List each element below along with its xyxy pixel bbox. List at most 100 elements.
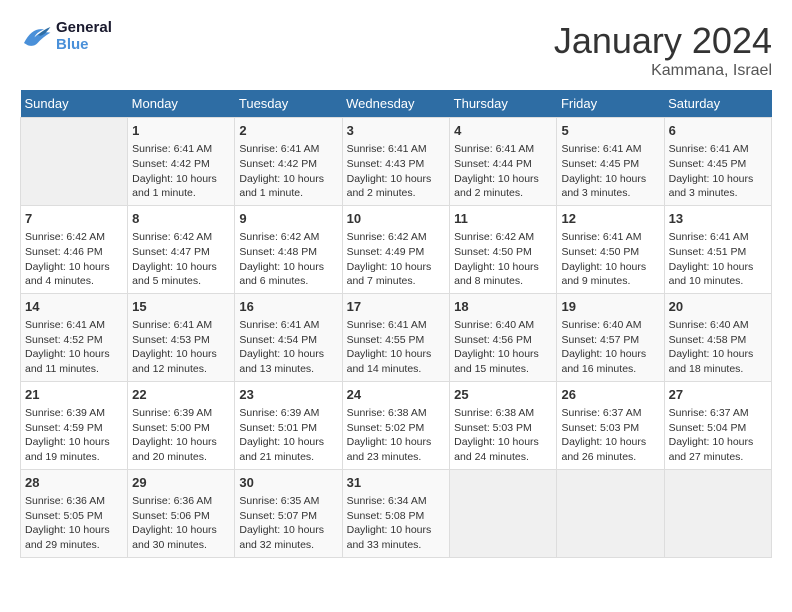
day-number: 30 (239, 474, 337, 492)
calendar-cell: 22Sunrise: 6:39 AMSunset: 5:00 PMDayligh… (128, 381, 235, 469)
daylight-text: Daylight: 10 hours and 5 minutes. (132, 260, 230, 289)
sunset-text: Sunset: 4:58 PM (669, 333, 767, 348)
sunrise-text: Sunrise: 6:41 AM (239, 142, 337, 157)
day-number: 17 (347, 298, 446, 316)
day-number: 15 (132, 298, 230, 316)
day-number: 26 (561, 386, 659, 404)
sunrise-text: Sunrise: 6:41 AM (561, 230, 659, 245)
daylight-text: Daylight: 10 hours and 24 minutes. (454, 435, 552, 464)
calendar-cell: 2Sunrise: 6:41 AMSunset: 4:42 PMDaylight… (235, 118, 342, 206)
header-day-wednesday: Wednesday (342, 90, 450, 118)
daylight-text: Daylight: 10 hours and 23 minutes. (347, 435, 446, 464)
daylight-text: Daylight: 10 hours and 14 minutes. (347, 347, 446, 376)
calendar-cell: 20 Sunrise: 6:40 AMSunset: 4:58 PMDayligh… (664, 293, 771, 381)
calendar-cell: 4Sunrise: 6:41 AMSunset: 4:44 PMDaylight… (450, 118, 557, 206)
sunrise-text: Sunrise: 6:38 AM (454, 406, 552, 421)
calendar-cell: 25 Sunrise: 6:38 AMSunset: 5:03 PMDayligh… (450, 381, 557, 469)
daylight-text: Daylight: 10 hours and 18 minutes. (669, 347, 767, 376)
sunset-text: Sunset: 4:50 PM (454, 245, 552, 260)
daylight-text: Daylight: 10 hours and 26 minutes. (561, 435, 659, 464)
daylight-text: Daylight: 10 hours and 8 minutes. (454, 260, 552, 289)
sunset-text: Sunset: 4:47 PM (132, 245, 230, 260)
day-number: 11 (454, 210, 552, 228)
daylight-text: Daylight: 10 hours and 21 minutes. (239, 435, 337, 464)
calendar-cell (21, 118, 128, 206)
calendar-cell: 23Sunrise: 6:39 AMSunset: 5:01 PMDayligh… (235, 381, 342, 469)
sunset-text: Sunset: 5:02 PM (347, 421, 446, 436)
calendar-cell: 28Sunrise: 6:36 AMSunset: 5:05 PMDayligh… (21, 469, 128, 557)
calendar-cell: 13Sunrise: 6:41 AMSunset: 4:51 PMDayligh… (664, 205, 771, 293)
daylight-text: Daylight: 10 hours and 7 minutes. (347, 260, 446, 289)
day-number: 23 (239, 386, 337, 404)
sunrise-text: Sunrise: 6:35 AM (239, 494, 337, 509)
sunrise-text: Sunrise: 6:41 AM (669, 142, 767, 157)
sunset-text: Sunset: 5:03 PM (454, 421, 552, 436)
calendar-cell: 17Sunrise: 6:41 AMSunset: 4:55 PMDayligh… (342, 293, 450, 381)
calendar-cell (557, 469, 664, 557)
calendar-cell: 5Sunrise: 6:41 AMSunset: 4:45 PMDaylight… (557, 118, 664, 206)
sunrise-text: Sunrise: 6:41 AM (669, 230, 767, 245)
daylight-text: Daylight: 10 hours and 2 minutes. (347, 172, 446, 201)
sunrise-text: Sunrise: 6:41 AM (454, 142, 552, 157)
sunrise-text: Sunrise: 6:36 AM (132, 494, 230, 509)
daylight-text: Daylight: 10 hours and 19 minutes. (25, 435, 123, 464)
day-number: 4 (454, 122, 552, 140)
sunrise-text: Sunrise: 6:41 AM (347, 142, 446, 157)
day-number: 21 (25, 386, 123, 404)
daylight-text: Daylight: 10 hours and 16 minutes. (561, 347, 659, 376)
daylight-text: Daylight: 10 hours and 1 minute. (132, 172, 230, 201)
day-number: 22 (132, 386, 230, 404)
calendar-cell: 11 Sunrise: 6:42 AMSunset: 4:50 PMDayligh… (450, 205, 557, 293)
sunset-text: Sunset: 4:57 PM (561, 333, 659, 348)
day-number: 20 (669, 298, 767, 316)
calendar-cell: 8Sunrise: 6:42 AMSunset: 4:47 PMDaylight… (128, 205, 235, 293)
daylight-text: Daylight: 10 hours and 29 minutes. (25, 523, 123, 552)
calendar-cell: 3Sunrise: 6:41 AMSunset: 4:43 PMDaylight… (342, 118, 450, 206)
sunrise-text: Sunrise: 6:42 AM (132, 230, 230, 245)
sunrise-text: Sunrise: 6:42 AM (454, 230, 552, 245)
day-number: 25 (454, 386, 552, 404)
calendar-cell: 19Sunrise: 6:40 AMSunset: 4:57 PMDayligh… (557, 293, 664, 381)
day-number: 28 (25, 474, 123, 492)
header-row: SundayMondayTuesdayWednesdayThursdayFrid… (21, 90, 772, 118)
sunset-text: Sunset: 5:06 PM (132, 509, 230, 524)
sunset-text: Sunset: 5:03 PM (561, 421, 659, 436)
sunset-text: Sunset: 4:42 PM (132, 157, 230, 172)
sunset-text: Sunset: 5:04 PM (669, 421, 767, 436)
daylight-text: Daylight: 10 hours and 1 minute. (239, 172, 337, 201)
day-number: 10 (347, 210, 446, 228)
calendar-cell: 16Sunrise: 6:41 AMSunset: 4:54 PMDayligh… (235, 293, 342, 381)
sunset-text: Sunset: 4:53 PM (132, 333, 230, 348)
calendar-table: SundayMondayTuesdayWednesdayThursdayFrid… (20, 90, 772, 558)
daylight-text: Daylight: 10 hours and 3 minutes. (561, 172, 659, 201)
sunset-text: Sunset: 4:42 PM (239, 157, 337, 172)
sunset-text: Sunset: 4:59 PM (25, 421, 123, 436)
sunrise-text: Sunrise: 6:39 AM (132, 406, 230, 421)
sunset-text: Sunset: 4:52 PM (25, 333, 123, 348)
sunrise-text: Sunrise: 6:41 AM (132, 318, 230, 333)
daylight-text: Daylight: 10 hours and 27 minutes. (669, 435, 767, 464)
sunrise-text: Sunrise: 6:36 AM (25, 494, 123, 509)
daylight-text: Daylight: 10 hours and 32 minutes. (239, 523, 337, 552)
sunrise-text: Sunrise: 6:38 AM (347, 406, 446, 421)
sunrise-text: Sunrise: 6:40 AM (669, 318, 767, 333)
sunrise-text: Sunrise: 6:41 AM (561, 142, 659, 157)
day-number: 19 (561, 298, 659, 316)
sunset-text: Sunset: 5:00 PM (132, 421, 230, 436)
day-number: 6 (669, 122, 767, 140)
day-number: 31 (347, 474, 446, 492)
sunrise-text: Sunrise: 6:37 AM (669, 406, 767, 421)
daylight-text: Daylight: 10 hours and 11 minutes. (25, 347, 123, 376)
week-row-2: 7Sunrise: 6:42 AMSunset: 4:46 PMDaylight… (21, 205, 772, 293)
header-day-saturday: Saturday (664, 90, 771, 118)
header-day-sunday: Sunday (21, 90, 128, 118)
calendar-cell: 29Sunrise: 6:36 AMSunset: 5:06 PMDayligh… (128, 469, 235, 557)
day-number: 1 (132, 122, 230, 140)
logo-text: General (56, 20, 112, 37)
sunset-text: Sunset: 5:07 PM (239, 509, 337, 524)
daylight-text: Daylight: 10 hours and 6 minutes. (239, 260, 337, 289)
day-number: 27 (669, 386, 767, 404)
sunset-text: Sunset: 4:45 PM (669, 157, 767, 172)
day-number: 14 (25, 298, 123, 316)
calendar-cell: 10Sunrise: 6:42 AMSunset: 4:49 PMDayligh… (342, 205, 450, 293)
